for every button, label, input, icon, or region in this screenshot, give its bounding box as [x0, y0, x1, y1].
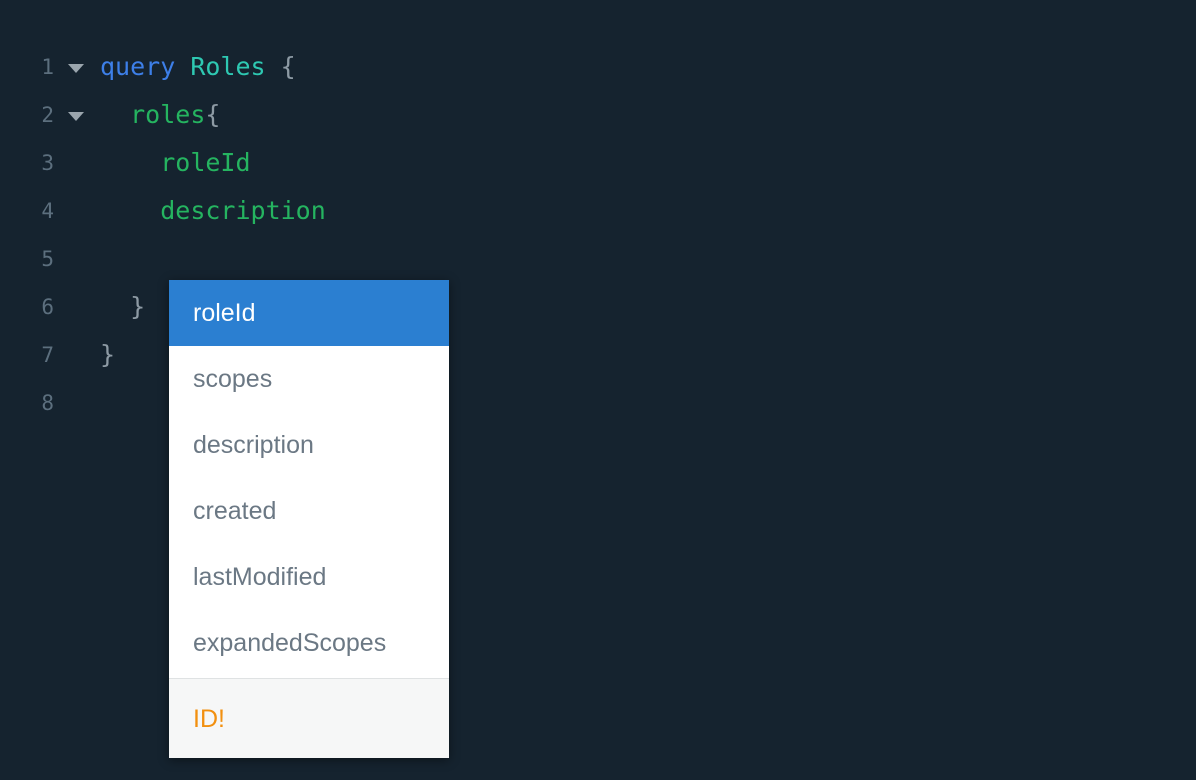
line-number: 8: [41, 391, 54, 415]
line-number-gutter: 5: [0, 235, 100, 283]
autocomplete-item[interactable]: expandedScopes: [169, 610, 449, 676]
code-line-content[interactable]: roleId: [100, 139, 251, 187]
code-line[interactable]: 3 roleId: [0, 139, 1196, 187]
code-line-content[interactable]: }: [100, 331, 115, 379]
code-token-punct: {: [280, 52, 296, 81]
autocomplete-item[interactable]: description: [169, 412, 449, 478]
autocomplete-popup[interactable]: roleId scopes description created lastModifi…: [169, 280, 449, 758]
code-line[interactable]: 5: [0, 235, 1196, 283]
autocomplete-item[interactable]: lastModified: [169, 544, 449, 610]
fold-arrow-down-icon[interactable]: [68, 64, 84, 73]
code-token-field: description: [160, 196, 326, 225]
code-token-field: roles: [130, 100, 206, 129]
autocomplete-item[interactable]: created: [169, 478, 449, 544]
graphql-query-editor[interactable]: 1 query Roles {2 roles{3 roleId 4 descript…: [0, 0, 1196, 780]
autocomplete-list[interactable]: roleId scopes description created lastModifi…: [169, 280, 449, 678]
code-line-content[interactable]: roles{: [100, 91, 220, 139]
autocomplete-item-selected[interactable]: roleId: [169, 280, 449, 346]
line-number-gutter: 6: [0, 283, 100, 331]
code-line-content[interactable]: }: [100, 283, 145, 331]
line-number-gutter: 3: [0, 139, 100, 187]
code-line[interactable]: 4 description: [0, 187, 1196, 235]
code-token-punct: }: [100, 340, 116, 369]
code-token-opname: Roles: [190, 52, 266, 81]
autocomplete-type-footer: ID!: [169, 678, 449, 758]
code-token-punct: {: [205, 100, 221, 129]
line-number: 2: [41, 103, 54, 127]
code-token-punct: }: [130, 292, 146, 321]
line-number-gutter: 2: [0, 91, 100, 139]
line-number: 4: [41, 199, 54, 223]
line-number: 5: [41, 247, 54, 271]
line-number: 3: [41, 151, 54, 175]
code-line[interactable]: 2 roles{: [0, 91, 1196, 139]
autocomplete-item[interactable]: scopes: [169, 346, 449, 412]
line-number-gutter: 7: [0, 331, 100, 379]
line-number: 1: [41, 55, 54, 79]
line-number: 7: [41, 343, 54, 367]
code-line-content[interactable]: query Roles {: [100, 43, 296, 91]
line-number: 6: [41, 295, 54, 319]
code-line-content[interactable]: [100, 235, 160, 283]
code-token-kw: query: [100, 52, 176, 81]
line-number-gutter: 8: [0, 379, 100, 427]
line-number-gutter: 1: [0, 43, 100, 91]
code-line-content[interactable]: description: [100, 187, 326, 235]
code-token-field: roleId: [160, 148, 251, 177]
line-number-gutter: 4: [0, 187, 100, 235]
code-line[interactable]: 1 query Roles {: [0, 43, 1196, 91]
fold-arrow-down-icon[interactable]: [68, 112, 84, 121]
